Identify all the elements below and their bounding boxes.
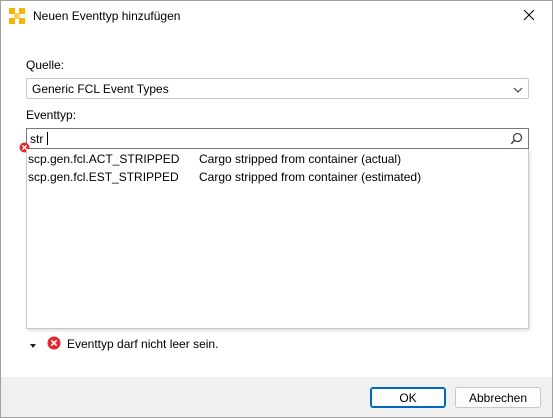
dialog-window: Neuen Eventtyp hinzufügen Quelle: Generi… [0,0,553,418]
ok-button[interactable]: OK [370,387,446,408]
source-dropdown[interactable]: Generic FCL Event Types [26,78,529,99]
source-selected-value: Generic FCL Event Types [32,82,169,96]
list-item[interactable]: scp.gen.fcl.ACT_STRIPPED Cargo stripped … [27,150,527,168]
button-bar: OK Abbrechen [1,377,552,417]
chevron-down-icon [513,84,523,94]
list-item[interactable]: scp.gen.fcl.EST_STRIPPED Cargo stripped … [27,168,527,186]
validation-text: Eventtyp darf nicht leer sein. [67,337,219,351]
result-description: Cargo stripped from container (actual) [199,152,402,166]
search-icon[interactable] [510,132,523,145]
eventtype-label: Eventtyp: [26,108,77,122]
eventtype-search-value: str [30,132,44,146]
source-label: Quelle: [26,58,65,72]
close-button[interactable] [506,1,552,32]
window-title: Neuen Eventtyp hinzufügen [33,9,181,23]
expand-triangle-icon[interactable] [29,339,37,348]
text-caret [47,132,48,145]
eventtype-results-list: scp.gen.fcl.ACT_STRIPPED Cargo stripped … [26,149,529,329]
result-code: scp.gen.fcl.ACT_STRIPPED [28,152,180,166]
result-description: Cargo stripped from container (estimated… [199,170,422,184]
result-code: scp.gen.fcl.EST_STRIPPED [28,170,179,184]
eventtype-search-input[interactable]: str [26,128,529,149]
title-bar[interactable]: Neuen Eventtyp hinzufügen [1,1,552,32]
close-icon [523,9,535,24]
app-logo-icon [9,8,25,24]
cancel-button[interactable]: Abbrechen [455,387,541,408]
error-icon [47,336,61,350]
